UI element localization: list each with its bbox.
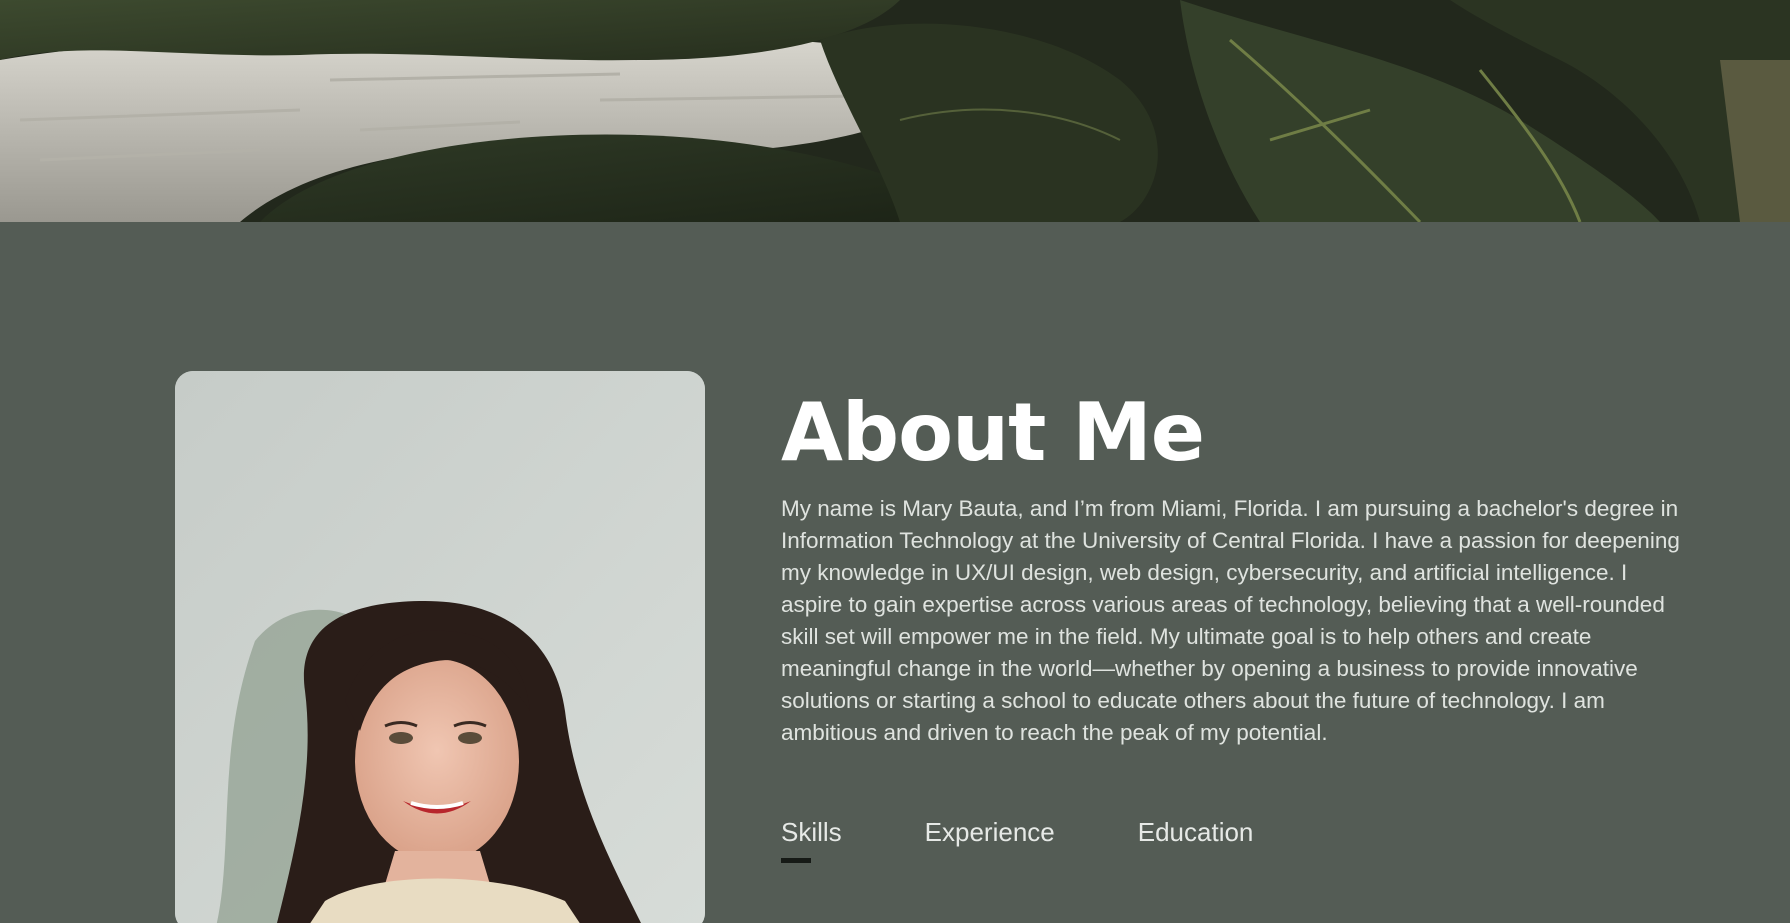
about-paragraph: My name is Mary Bauta, and I’m from Miam… <box>781 496 1680 745</box>
tab-education[interactable]: Education <box>1138 812 1254 852</box>
portrait-image <box>175 371 705 923</box>
portrait-illustration <box>175 371 705 923</box>
page: About Me My name is Mary Bauta, and I’m … <box>0 0 1790 923</box>
tab-experience[interactable]: Experience <box>925 812 1055 852</box>
about-content: About Me My name is Mary Bauta, and I’m … <box>781 385 1701 749</box>
about-tabs: Skills Experience Education <box>781 812 1336 863</box>
banner-illustration <box>0 0 1790 222</box>
header-banner-image <box>0 0 1790 222</box>
about-title: About Me <box>781 386 1205 479</box>
tab-skills[interactable]: Skills <box>781 812 842 863</box>
